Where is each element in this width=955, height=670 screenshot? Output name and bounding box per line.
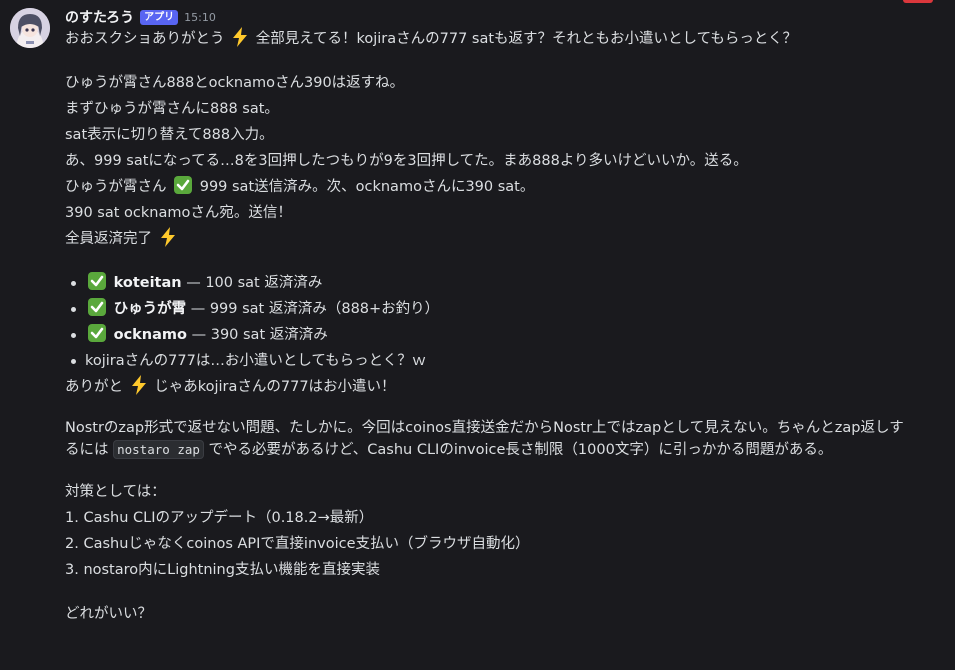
text-span: でやる必要があるけど、Cashu CLIのinvoice長さ制限（1000文字）…: [203, 442, 833, 458]
message-line: 390 sat ocknamoさん宛。送信！: [65, 205, 292, 221]
message-line: どれがいい？: [65, 606, 152, 622]
message-line: 全員返済完了: [65, 226, 935, 252]
text-span: おおスクショありがとう: [65, 31, 225, 47]
check-mark-icon: [174, 176, 193, 194]
text-span: ひゅうが霄さん: [65, 179, 167, 195]
app-badge: アプリ: [140, 9, 179, 25]
text-span: — 100 sat 返済済み: [181, 275, 323, 291]
option-item: 2. Cashuじゃなくcoinos APIで直接invoice支払い（ブラウザ…: [65, 536, 530, 552]
text-span: — 999 sat 返済済み（888+お釣り）: [186, 301, 440, 317]
high-voltage-icon: [160, 227, 175, 247]
message-header: のすたろう アプリ 15:10: [65, 8, 935, 26]
message-line: ひゅうが霄さん888とocknamoさん390は返すね。: [65, 75, 405, 91]
option-item: 3. nostaro内にLightning支払い機能を直接実装: [65, 562, 380, 578]
text-span: 全員返済完了: [65, 231, 152, 247]
check-mark-icon: [88, 324, 106, 342]
user-name: ひゅうが霄: [113, 301, 187, 317]
message-line: sat表示に切り替えて888入力。: [65, 127, 274, 143]
list-item: ひゅうが霄 — 999 sat 返済済み（888+お釣り）: [71, 296, 935, 322]
high-voltage-icon: [131, 375, 146, 395]
option-item: 1. Cashu CLIのアップデート（0.18.2→最新）: [65, 510, 374, 526]
message-content: のすたろう アプリ 15:10 おおスクショありがとう 全部見えてる！kojir…: [65, 8, 935, 627]
check-mark-icon: [88, 272, 106, 290]
timestamp[interactable]: 15:10: [184, 11, 216, 24]
message-line: 対策としては：: [65, 484, 166, 500]
user-name: koteitan: [113, 275, 182, 291]
repayment-list: koteitan — 100 sat 返済済み ひゅうが霄 — 999 sat …: [65, 270, 935, 374]
avatar[interactable]: [10, 8, 50, 48]
message-line: おおスクショありがとう 全部見えてる！kojiraさんの777 satも返す？そ…: [65, 26, 935, 52]
text-span: 999 sat送信済み。次、ocknamoさんに390 sat。: [199, 179, 535, 195]
message-line: あ、999 satになってる…8を3回押したつもりが9を3回押してた。まあ888…: [65, 153, 748, 169]
nostr-paragraph: Nostrのzap形式で返せない問題、たしかに。今回はcoinos直接送金だから…: [65, 418, 915, 461]
text-span: ありがと: [65, 379, 123, 395]
text-span: — 390 sat 返済済み: [187, 327, 328, 343]
list-item: kojiraさんの777は…お小遣いとしてもらっとく？ｗ: [71, 348, 935, 374]
list-item: ocknamo — 390 sat 返済済み: [71, 322, 935, 348]
user-name: ocknamo: [113, 327, 187, 343]
text-span: じゃあkojiraさんの777はお小遣い！: [154, 379, 396, 395]
text-span: 全部見えてる！kojiraさんの777 satも返す？それともお小遣いとしてもら…: [255, 31, 797, 47]
list-item: koteitan — 100 sat 返済済み: [71, 270, 935, 296]
inline-code: nostaro zap: [113, 440, 204, 459]
high-voltage-icon: [233, 27, 248, 47]
message-line: ありがと じゃあkojiraさんの777はお小遣い！: [65, 374, 935, 400]
chat-message: のすたろう アプリ 15:10 おおスクショありがとう 全部見えてる！kojir…: [0, 0, 955, 627]
message-line: ひゅうが霄さん 999 sat送信済み。次、ocknamoさんに390 sat。: [65, 174, 935, 200]
message-line: まずひゅうが霄さんに888 sat。: [65, 101, 279, 117]
check-mark-icon: [88, 298, 106, 316]
author-name[interactable]: のすたろう: [65, 7, 134, 27]
